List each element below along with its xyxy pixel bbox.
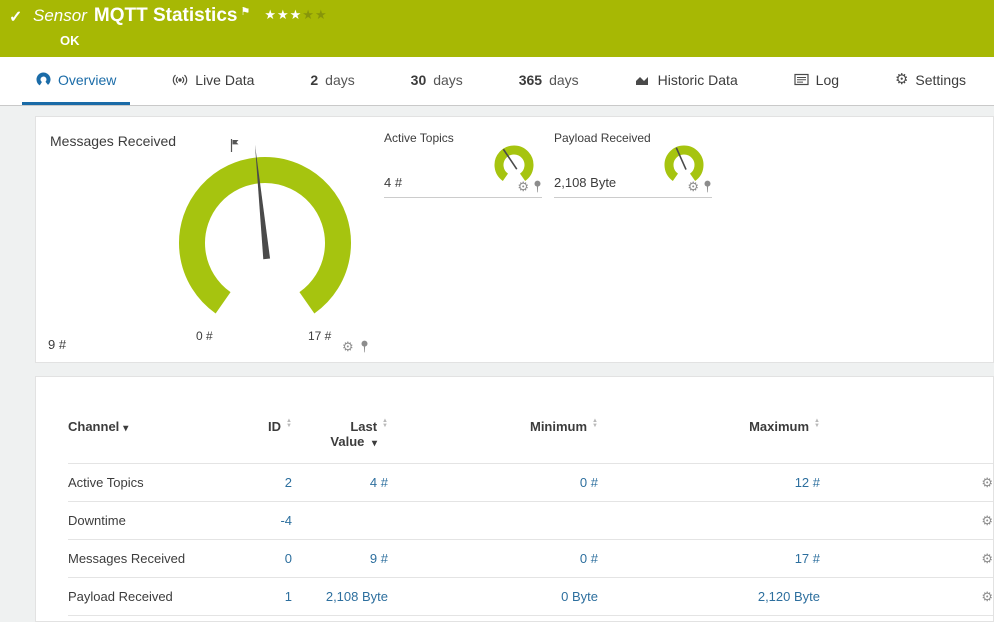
tab-label: Live Data	[195, 71, 255, 88]
column-header-maximum[interactable]: Maximum ▲ ▼	[598, 418, 820, 464]
table-row: Downtime -4 ⚙	[68, 501, 993, 540]
channel-last-value: 9 #	[292, 539, 388, 578]
channel-settings-gear-icon[interactable]: ⚙	[981, 513, 993, 528]
tab-historic-data[interactable]: Historic Data	[621, 57, 752, 105]
table-row: Messages Received 0 9 # 0 # 17 # ⚙	[68, 539, 993, 578]
priority-stars[interactable]: ★★★★★	[264, 7, 327, 22]
flag-icon[interactable]: ⚑	[240, 6, 250, 18]
channel-id: 2	[228, 463, 292, 502]
tab-365-days[interactable]: 365 days	[505, 57, 593, 105]
pin-icon[interactable]	[360, 340, 369, 353]
historic-data-chart-icon	[635, 77, 648, 85]
sensor-title: MQTT Statistics	[93, 5, 238, 26]
live-data-broadcast-icon	[173, 74, 188, 85]
tab-unit: days	[325, 71, 355, 88]
tab-bar: Overview Live Data 2 days 30 days 365 da…	[0, 57, 994, 106]
star-filled-icon[interactable]: ★★★	[264, 7, 302, 22]
messages-received-gauge	[179, 144, 351, 314]
gauge-footer-icons: ⚙	[517, 180, 542, 193]
tab-30-days[interactable]: 30 days	[397, 57, 477, 105]
channel-last-value	[292, 501, 388, 540]
sort-icon[interactable]: ▲ ▼	[382, 418, 388, 429]
column-header-actions	[820, 419, 993, 464]
channel-name[interactable]: Downtime	[68, 501, 228, 540]
small-gauge-value: 2,108 Byte	[554, 175, 617, 190]
channel-name[interactable]: Messages Received	[68, 539, 228, 578]
status-text: OK	[60, 33, 80, 48]
gauge-max-label: 17 #	[308, 329, 332, 343]
sort-icon[interactable]: ▲ ▼	[286, 418, 292, 429]
channel-name[interactable]: Payload Received	[68, 577, 228, 616]
channel-last-value: 4 #	[292, 463, 388, 502]
gauge-marker-icon	[230, 139, 239, 152]
log-list-icon	[794, 73, 809, 86]
gauge-settings-gear-icon[interactable]: ⚙	[687, 180, 699, 193]
channel-settings-gear-icon[interactable]: ⚙	[981, 475, 993, 490]
tab-log[interactable]: Log	[780, 57, 853, 105]
channel-last-value: 2,108 Byte	[292, 577, 388, 616]
tab-label: Overview	[58, 71, 117, 88]
tab-number: 30	[410, 71, 427, 88]
pin-icon[interactable]	[533, 180, 542, 193]
overview-gauge-icon	[36, 72, 51, 87]
table-header-row: Channel ▾ ID ▲ ▼ Last Value ▾ ▲ ▼ Minimum ▲ ▼ M	[68, 418, 993, 464]
channel-maximum: 12 #	[598, 463, 820, 502]
tab-unit: days	[549, 71, 579, 88]
star-empty-icon[interactable]: ★★	[302, 7, 327, 22]
table-row: Payload Received 1 2,108 Byte 0 Byte 2,1…	[68, 577, 993, 616]
sort-icon[interactable]: ▲ ▼	[814, 418, 820, 429]
small-gauge-value: 4 #	[384, 175, 403, 190]
tab-overview[interactable]: Overview	[22, 57, 131, 105]
sensor-title-line: Sensor MQTT Statistics ⚑ ★★★★★	[33, 5, 328, 27]
tab-2-days[interactable]: 2 days	[296, 57, 368, 105]
pin-icon[interactable]	[703, 180, 712, 193]
column-header-id[interactable]: ID ▲ ▼	[228, 418, 292, 464]
payload-received-gauge-block: Payload Received 2,108 Byte ⚙	[554, 131, 712, 198]
gauge-footer-icons: ⚙	[687, 180, 712, 193]
tab-settings[interactable]: ⚙ Settings	[881, 57, 980, 105]
table-row: Active Topics 2 4 # 0 # 12 # ⚙	[68, 463, 993, 502]
channel-maximum: 2,120 Byte	[598, 577, 820, 616]
channel-table: Channel ▾ ID ▲ ▼ Last Value ▾ ▲ ▼ Minimum ▲ ▼ M	[68, 418, 993, 616]
caret-down-icon: ▾	[372, 438, 378, 449]
gauge-footer-icons: ⚙	[342, 340, 369, 353]
gauge-min-label: 0 #	[196, 329, 213, 343]
channel-table-panel: Channel ▾ ID ▲ ▼ Last Value ▾ ▲ ▼ Minimum ▲ ▼ M	[35, 376, 994, 622]
tab-unit: days	[433, 71, 463, 88]
channel-id: -4	[228, 501, 292, 540]
overview-content: Messages Received 0 # 17 # 9 # ⚙ Active …	[35, 116, 994, 622]
gauge-settings-gear-icon[interactable]: ⚙	[517, 180, 529, 193]
channel-minimum: 0 Byte	[388, 577, 598, 616]
channel-id: 1	[228, 577, 292, 616]
channel-settings-gear-icon[interactable]: ⚙	[981, 551, 993, 566]
active-topics-gauge-block: Active Topics 4 # ⚙	[384, 131, 542, 198]
settings-gear-icon: ⚙	[894, 71, 909, 88]
column-header-last-value[interactable]: Last Value ▾ ▲ ▼	[292, 418, 388, 464]
tab-label: Historic Data	[657, 71, 738, 88]
tab-live-data[interactable]: Live Data	[158, 57, 268, 105]
channel-minimum: 0 #	[388, 463, 598, 502]
channel-settings-gear-icon[interactable]: ⚙	[981, 589, 993, 604]
sensor-header-bar: ✓ Sensor MQTT Statistics ⚑ ★★★★★ OK	[0, 0, 994, 57]
status-check-icon: ✓	[9, 9, 23, 26]
caret-down-icon: ▾	[123, 423, 129, 434]
gauge-current-value: 9 #	[48, 337, 67, 352]
object-kind-label: Sensor	[33, 6, 87, 25]
gauge-settings-gear-icon[interactable]: ⚙	[342, 340, 354, 353]
sort-icon[interactable]: ▲ ▼	[592, 418, 598, 429]
column-header-minimum[interactable]: Minimum ▲ ▼	[388, 418, 598, 464]
channel-id: 0	[228, 539, 292, 578]
channel-minimum: 0 #	[388, 539, 598, 578]
column-header-channel[interactable]: Channel ▾	[68, 419, 228, 464]
tab-label: Log	[815, 71, 840, 88]
channel-maximum: 17 #	[598, 539, 820, 578]
channel-maximum	[598, 501, 820, 540]
tab-label: Settings	[915, 71, 966, 88]
tab-number: 2	[310, 71, 319, 88]
tab-number: 365	[518, 71, 543, 88]
channel-minimum	[388, 501, 598, 540]
channel-name[interactable]: Active Topics	[68, 463, 228, 502]
gauges-panel: Messages Received 0 # 17 # 9 # ⚙ Active …	[35, 116, 994, 363]
